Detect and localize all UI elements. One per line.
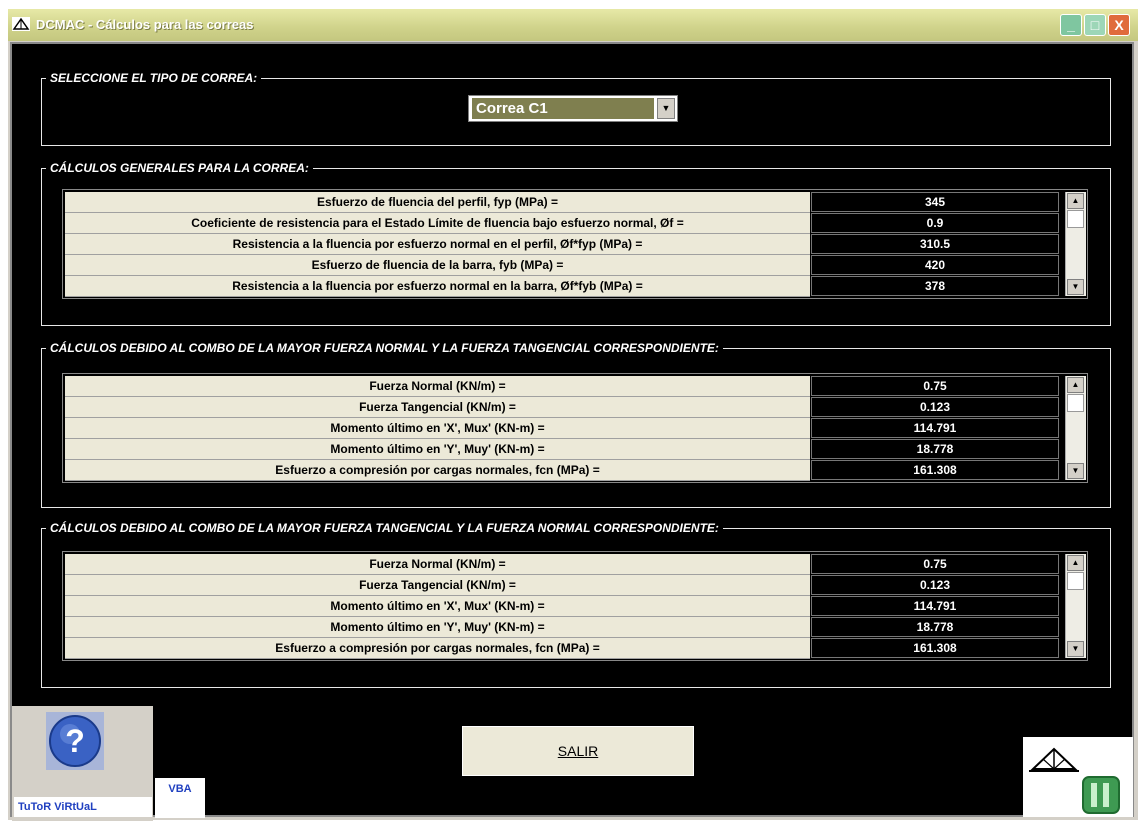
row-value[interactable]: 161.308 — [811, 638, 1059, 658]
table-row: Momento último en 'Y', Muy' (KN-m) = 18.7… — [63, 617, 1063, 638]
tutor-virtual-label: TuToR ViRtUaL — [14, 797, 152, 817]
close-button[interactable]: X — [1108, 14, 1130, 36]
vertical-scrollbar[interactable]: ▲ ▼ — [1065, 376, 1086, 480]
tangential-combo-group-title: CÁLCULOS DEBIDO AL COMBO DE LA MAYOR FUE… — [46, 520, 723, 536]
row-label: Fuerza Tangencial (KN/m) = — [65, 397, 810, 418]
general-calcs-group: CÁLCULOS GENERALES PARA LA CORREA: Esfue… — [41, 160, 1111, 326]
correa-type-group-title: SELECCIONE EL TIPO DE CORREA: — [46, 70, 262, 86]
row-value[interactable]: 0.123 — [811, 575, 1059, 595]
row-label: Esfuerzo de fluencia de la barra, fyb (M… — [65, 255, 810, 276]
normal-combo-group: CÁLCULOS DEBIDO AL COMBO DE LA MAYOR FUE… — [41, 340, 1111, 508]
table-row: Esfuerzo a compresión por cargas normale… — [63, 638, 1063, 659]
scroll-thumb[interactable] — [1067, 572, 1084, 590]
row-value[interactable]: 114.791 — [811, 418, 1059, 438]
row-value[interactable]: 310.5 — [811, 234, 1059, 254]
table-row: Fuerza Normal (KN/m) = 0.75 — [63, 376, 1063, 397]
row-value[interactable]: 0.123 — [811, 397, 1059, 417]
correa-type-select[interactable]: Correa C1 ▼ — [468, 95, 678, 122]
row-label: Esfuerzo a compresión por cargas normale… — [65, 460, 810, 481]
table-row: Fuerza Tangencial (KN/m) = 0.123 — [63, 397, 1063, 418]
tutor-virtual-button[interactable]: ? TuToR ViRtUaL — [12, 706, 153, 821]
row-value[interactable]: 0.75 — [811, 554, 1059, 574]
row-label: Resistencia a la fluencia por esfuerzo n… — [65, 234, 810, 255]
logo-panel — [1023, 737, 1133, 817]
tangential-combo-group: CÁLCULOS DEBIDO AL COMBO DE LA MAYOR FUE… — [41, 520, 1111, 688]
row-label: Fuerza Normal (KN/m) = — [65, 554, 810, 575]
correa-type-value: Correa C1 — [472, 98, 654, 119]
salir-button[interactable]: SALIR — [462, 726, 694, 776]
normal-combo-group-title: CÁLCULOS DEBIDO AL COMBO DE LA MAYOR FUE… — [46, 340, 723, 356]
normal-combo-table: Fuerza Normal (KN/m) = 0.75 Fuerza Tangen… — [62, 373, 1088, 483]
row-label: Coeficiente de resistencia para el Estad… — [65, 213, 810, 234]
row-label: Fuerza Tangencial (KN/m) = — [65, 575, 810, 596]
minimize-icon: _ — [1067, 17, 1075, 33]
scroll-up-icon[interactable]: ▲ — [1067, 377, 1084, 393]
correa-type-group: SELECCIONE EL TIPO DE CORREA: Correa C1 … — [41, 70, 1111, 146]
table-row: Fuerza Tangencial (KN/m) = 0.123 — [63, 575, 1063, 596]
scroll-down-icon[interactable]: ▼ — [1067, 279, 1084, 295]
table-row: Coeficiente de resistencia para el Estad… — [63, 213, 1063, 234]
row-label: Momento último en 'Y', Muy' (KN-m) = — [65, 617, 810, 638]
row-label: Esfuerzo de fluencia del perfil, fyp (MP… — [65, 192, 810, 213]
row-value[interactable]: 18.778 — [811, 439, 1059, 459]
vba-button[interactable]: VBA — [155, 778, 205, 818]
title-bar[interactable]: DCMAC - Cálculos para las correas _ □ X — [8, 9, 1138, 41]
scroll-up-icon[interactable]: ▲ — [1067, 193, 1084, 209]
row-value[interactable]: 161.308 — [811, 460, 1059, 480]
window-title: DCMAC - Cálculos para las correas — [36, 17, 254, 32]
help-icon: ? — [46, 712, 104, 770]
row-label: Momento último en 'Y', Muy' (KN-m) = — [65, 439, 810, 460]
maximize-button[interactable]: □ — [1084, 14, 1106, 36]
row-label: Momento último en 'X', Mux' (KN-m) = — [65, 418, 810, 439]
general-calcs-table: Esfuerzo de fluencia del perfil, fyp (MP… — [62, 189, 1088, 299]
scroll-down-icon[interactable]: ▼ — [1067, 463, 1084, 479]
row-value[interactable]: 345 — [811, 192, 1059, 212]
table-row: Resistencia a la fluencia por esfuerzo n… — [63, 276, 1063, 297]
vba-label: VBA — [168, 783, 192, 795]
maximize-icon: □ — [1090, 17, 1100, 33]
vertical-scrollbar[interactable]: ▲ ▼ — [1065, 192, 1086, 296]
scroll-thumb[interactable] — [1067, 394, 1084, 412]
university-logo-icon — [1082, 776, 1120, 814]
app-window: DCMAC - Cálculos para las correas _ □ X … — [8, 9, 1138, 821]
client-area: SELECCIONE EL TIPO DE CORREA: Correa C1 … — [10, 42, 1134, 821]
row-label: Fuerza Normal (KN/m) = — [65, 376, 810, 397]
row-label: Momento último en 'X', Mux' (KN-m) = — [65, 596, 810, 617]
row-value[interactable]: 18.778 — [811, 617, 1059, 637]
minimize-button[interactable]: _ — [1060, 14, 1082, 36]
table-row: Momento último en 'X', Mux' (KN-m) = 114.… — [63, 596, 1063, 617]
salir-label: SALIR — [557, 743, 599, 759]
table-row: Resistencia a la fluencia por esfuerzo n… — [63, 234, 1063, 255]
scroll-up-icon[interactable]: ▲ — [1067, 555, 1084, 571]
close-icon: X — [1114, 17, 1124, 33]
table-row: Esfuerzo de fluencia del perfil, fyp (MP… — [63, 192, 1063, 213]
row-value[interactable]: 0.9 — [811, 213, 1059, 233]
table-row: Esfuerzo a compresión por cargas normale… — [63, 460, 1063, 481]
row-value[interactable]: 378 — [811, 276, 1059, 296]
chevron-down-icon[interactable]: ▼ — [657, 98, 675, 119]
scroll-thumb[interactable] — [1067, 210, 1084, 228]
truss-logo-icon — [1029, 747, 1079, 772]
row-label: Esfuerzo a compresión por cargas normale… — [65, 638, 810, 659]
row-value[interactable]: 420 — [811, 255, 1059, 275]
table-row: Momento último en 'Y', Muy' (KN-m) = 18.7… — [63, 439, 1063, 460]
row-value[interactable]: 0.75 — [811, 376, 1059, 396]
row-value[interactable]: 114.791 — [811, 596, 1059, 616]
table-row: Esfuerzo de fluencia de la barra, fyb (M… — [63, 255, 1063, 276]
table-row: Fuerza Normal (KN/m) = 0.75 — [63, 554, 1063, 575]
vertical-scrollbar[interactable]: ▲ ▼ — [1065, 554, 1086, 658]
row-label: Resistencia a la fluencia por esfuerzo n… — [65, 276, 810, 297]
general-calcs-group-title: CÁLCULOS GENERALES PARA LA CORREA: — [46, 160, 313, 176]
tangential-combo-table: Fuerza Normal (KN/m) = 0.75 Fuerza Tangen… — [62, 551, 1088, 661]
table-row: Momento último en 'X', Mux' (KN-m) = 114.… — [63, 418, 1063, 439]
scroll-down-icon[interactable]: ▼ — [1067, 641, 1084, 657]
app-icon — [12, 17, 30, 31]
svg-text:?: ? — [65, 723, 85, 759]
